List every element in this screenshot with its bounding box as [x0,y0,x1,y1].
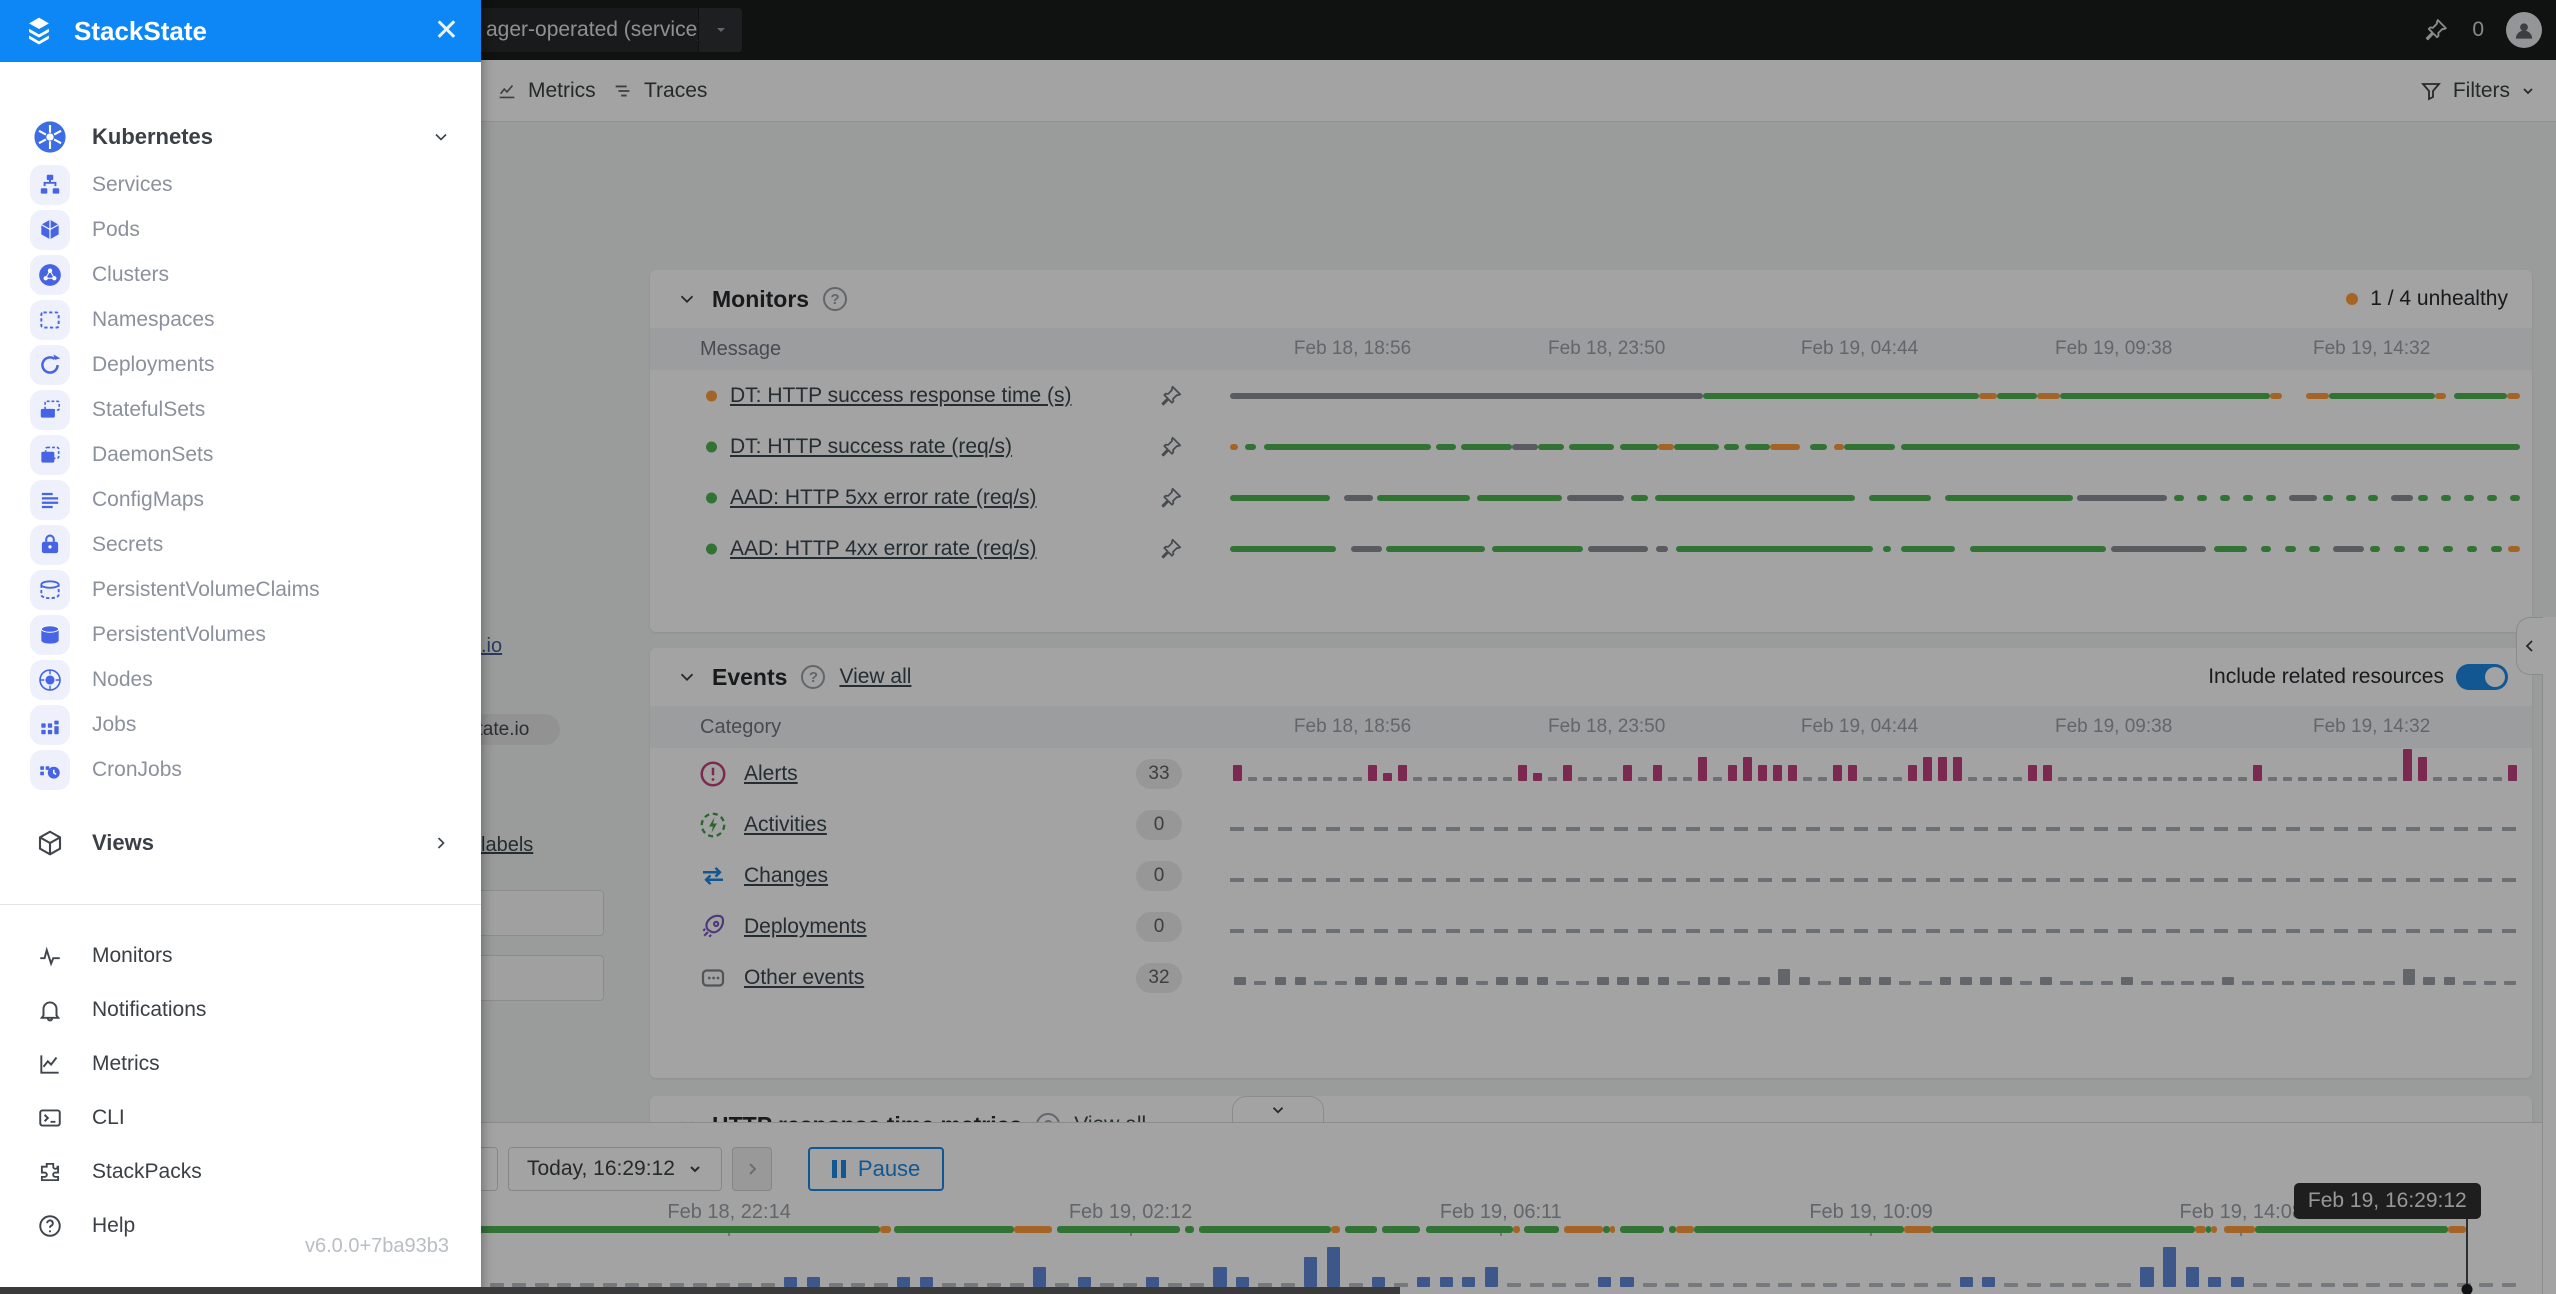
sidebar-item-notifications[interactable]: Notifications [0,983,481,1037]
notifications-icon [30,990,70,1030]
sidebar-item-views[interactable]: Views [0,816,481,870]
statefulsets-icon [30,390,70,430]
sidebar-item-stackpacks[interactable]: StackPacks [0,1145,481,1199]
sidebar-item-deployments[interactable]: Deployments [0,342,481,387]
pv-icon [30,615,70,655]
stackstate-app: ager-operated (service) 0 [0,0,2556,1294]
clusters-icon [30,255,70,295]
navigation-drawer: StackState ✕ Kubernetes Services Pods Clus… [0,0,481,1294]
sidebar-item-label: PersistentVolumes [92,623,266,647]
cli-icon [30,1098,70,1138]
metrics-icon [30,1044,70,1084]
sidebar-item-label: CronJobs [92,758,182,782]
chevron-down-icon [431,127,451,147]
app-version: v6.0.0+7ba93b3 [305,1235,449,1258]
sidebar-item-services[interactable]: Services [0,162,481,207]
sidebar-item-label: Nodes [92,668,153,692]
kubernetes-icon [30,117,70,157]
sidebar-item-kubernetes[interactable]: Kubernetes [0,112,481,162]
cronjobs-icon [30,750,70,790]
sidebar-item-label: Services [92,173,173,197]
sidebar-item-label: DaemonSets [92,443,213,467]
sidebar-item-label: StatefulSets [92,398,205,422]
sidebar-item-configmaps[interactable]: ConfigMaps [0,477,481,522]
nav-divider [0,904,481,905]
sidebar-item-label: Jobs [92,713,136,737]
sidebar-item-label: Metrics [92,1052,451,1076]
sidebar-item-label: Monitors [92,944,451,968]
sidebar-item-monitors[interactable]: Monitors [0,929,481,983]
views-label: Views [92,830,409,856]
sidebar-item-pods[interactable]: Pods [0,207,481,252]
namespaces-icon [30,300,70,340]
sidebar-item-label: Notifications [92,998,451,1022]
sidebar-item-jobs[interactable]: Jobs [0,702,481,747]
pvc-icon [30,570,70,610]
sidebar-item-label: Clusters [92,263,169,287]
stackstate-logo-icon [22,14,56,48]
sidebar-item-label: Pods [92,218,140,242]
chevron-right-icon [431,833,451,853]
stackpacks-icon [30,1152,70,1192]
sidebar-item-label: Deployments [92,353,215,377]
jobs-icon [30,705,70,745]
sidebar-item-statefulsets[interactable]: StatefulSets [0,387,481,432]
sidebar-item-cli[interactable]: CLI [0,1091,481,1145]
sidebar-item-nodes[interactable]: Nodes [0,657,481,702]
nodes-icon [30,660,70,700]
sidebar-item-secrets[interactable]: Secrets [0,522,481,567]
sidebar-item-persistentvolumes[interactable]: PersistentVolumes [0,612,481,657]
deployments-icon [30,345,70,385]
sidebar-item-cronjobs[interactable]: CronJobs [0,747,481,792]
sidebar-item-label: CLI [92,1106,451,1130]
sidebar-item-label: ConfigMaps [92,488,204,512]
horizontal-scrollbar-thumb[interactable] [0,1287,1400,1294]
kubernetes-label: Kubernetes [92,124,409,150]
sidebar-item-namespaces[interactable]: Namespaces [0,297,481,342]
sidebar-item-daemonsets[interactable]: DaemonSets [0,432,481,477]
brand-title: StackState [74,16,416,47]
daemonsets-icon [30,435,70,475]
drawer-header: StackState ✕ [0,0,481,62]
sidebar-item-persistentvolumeclaims[interactable]: PersistentVolumeClaims [0,567,481,612]
services-icon [30,165,70,205]
sidebar-item-label: Namespaces [92,308,215,332]
help-icon [30,1206,70,1246]
pods-icon [30,210,70,250]
secrets-icon [30,525,70,565]
close-icon[interactable]: ✕ [434,16,459,46]
sidebar-item-clusters[interactable]: Clusters [0,252,481,297]
drawer-nav: Kubernetes Services Pods Clusters Namespace… [0,112,481,1253]
sidebar-item-label: StackPacks [92,1160,451,1184]
monitors-icon [30,936,70,976]
sidebar-item-label: PersistentVolumeClaims [92,578,320,602]
views-cube-icon [30,823,70,863]
sidebar-item-label: Secrets [92,533,163,557]
sidebar-item-metrics[interactable]: Metrics [0,1037,481,1091]
configmaps-icon [30,480,70,520]
